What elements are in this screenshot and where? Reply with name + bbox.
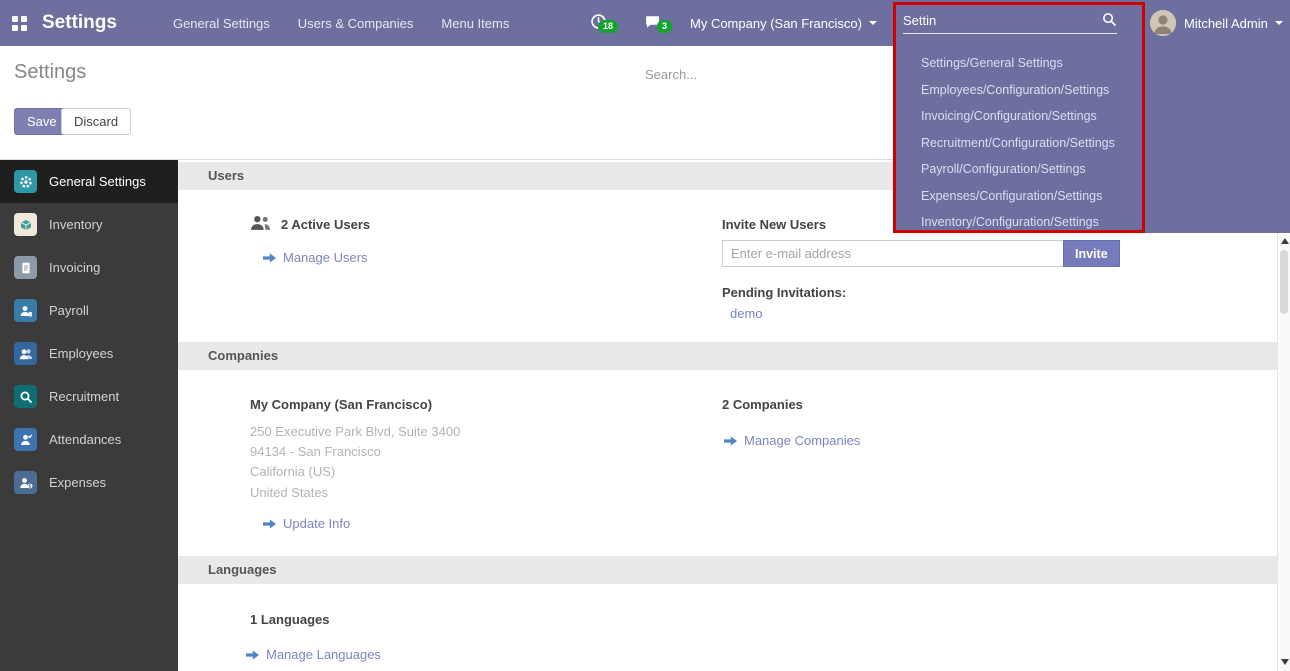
sidebar-item-label: Payroll	[49, 303, 89, 318]
user-name: Mitchell Admin	[1184, 16, 1268, 31]
settings-content: Users 2 Active Users Manage Users Invite…	[178, 160, 1277, 671]
sidebar-item-attendances[interactable]: Attendances	[0, 418, 178, 461]
search-result-item[interactable]: Invoicing/Configuration/Settings	[895, 103, 1290, 130]
sidebar-item-invoicing[interactable]: Invoicing	[0, 246, 178, 289]
arrow-right-icon	[724, 436, 737, 446]
sidebar-item-recruitment[interactable]: Recruitment	[0, 375, 178, 418]
activities-badge: 18	[598, 20, 618, 33]
update-info-link[interactable]: Update Info	[263, 516, 350, 531]
scroll-down-icon[interactable]	[1281, 659, 1289, 665]
company-name: My Company (San Francisco)	[250, 397, 432, 412]
company-address-line: 250 Executive Park Blvd, Suite 3400	[250, 422, 460, 442]
company-address-line: 94134 - San Francisco	[250, 442, 381, 462]
svg-text:$: $	[28, 483, 31, 489]
active-users-row: 2 Active Users	[250, 214, 370, 234]
chevron-down-icon	[1275, 21, 1283, 25]
scrollbar-thumb[interactable]	[1280, 250, 1288, 314]
apps-menu-icon[interactable]	[12, 16, 27, 31]
sidebar-item-label: Invoicing	[49, 260, 100, 275]
avatar	[1150, 10, 1176, 36]
navbar-menu: General Settings Users & Companies Menu …	[173, 16, 509, 31]
arrow-right-icon	[263, 519, 276, 529]
scroll-up-icon[interactable]	[1281, 238, 1289, 244]
active-users-count: 2 Active Users	[281, 217, 370, 232]
company-selector-label: My Company (San Francisco)	[690, 16, 862, 31]
sidebar-item-general-settings[interactable]: General Settings	[0, 160, 178, 203]
recruitment-magnifier-icon	[14, 385, 37, 408]
company-address-line: United States	[250, 483, 328, 503]
records-search-input[interactable]	[645, 61, 893, 87]
gear-icon	[14, 170, 37, 193]
manage-users-link[interactable]: Manage Users	[263, 250, 368, 265]
languages-count: 1 Languages	[250, 612, 329, 627]
app-title: Settings	[42, 12, 117, 34]
search-result-item[interactable]: Recruitment/Configuration/Settings	[895, 130, 1290, 157]
sidebar-item-label: Inventory	[49, 217, 102, 232]
settings-sidebar: General Settings Inventory Invoicing Pay…	[0, 160, 178, 671]
companies-count: 2 Companies	[722, 397, 803, 412]
sidebar-item-inventory[interactable]: Inventory	[0, 203, 178, 246]
invoice-document-icon	[14, 256, 37, 279]
sidebar-item-payroll[interactable]: Payroll	[0, 289, 178, 332]
sidebar-item-label: Expenses	[49, 475, 106, 490]
search-result-item[interactable]: Inventory/Configuration/Settings	[895, 209, 1290, 236]
messages-button[interactable]: 3	[644, 0, 661, 46]
arrow-right-icon	[263, 253, 276, 263]
user-menu[interactable]: Mitchell Admin	[1150, 0, 1283, 46]
search-result-item[interactable]: Settings/General Settings	[895, 50, 1290, 77]
invite-row: Invite	[722, 240, 1120, 267]
menu-menu-items[interactable]: Menu Items	[441, 16, 509, 31]
inventory-box-icon	[14, 213, 37, 236]
sidebar-item-label: Recruitment	[49, 389, 119, 404]
attendance-person-icon	[14, 428, 37, 451]
invite-button[interactable]: Invite	[1063, 240, 1120, 267]
section-header-companies: Companies	[178, 342, 1277, 370]
page-title: Settings	[14, 61, 86, 84]
users-group-icon	[250, 214, 271, 234]
sidebar-item-label: Employees	[49, 346, 113, 361]
activities-button[interactable]: 18	[590, 0, 607, 46]
menu-users-companies[interactable]: Users & Companies	[298, 16, 414, 31]
pending-invitations-label: Pending Invitations:	[722, 285, 846, 300]
payroll-person-icon	[14, 299, 37, 322]
sidebar-item-expenses[interactable]: $ Expenses	[0, 461, 178, 504]
sidebar-item-employees[interactable]: Employees	[0, 332, 178, 375]
discard-button[interactable]: Discard	[61, 108, 131, 135]
sidebar-item-label: Attendances	[49, 432, 121, 447]
search-result-item[interactable]: Employees/Configuration/Settings	[895, 77, 1290, 104]
invite-new-users-label: Invite New Users	[722, 217, 826, 232]
invite-email-input[interactable]	[722, 240, 1064, 267]
search-result-item[interactable]: Payroll/Configuration/Settings	[895, 156, 1290, 183]
top-navbar: Settings General Settings Users & Compan…	[0, 0, 1290, 46]
company-address-line: California (US)	[250, 462, 335, 482]
pending-user-link[interactable]: demo	[730, 306, 763, 321]
expenses-person-icon: $	[14, 471, 37, 494]
messages-badge: 3	[657, 20, 672, 33]
chevron-down-icon	[869, 21, 877, 25]
menu-general-settings[interactable]: General Settings	[173, 16, 270, 31]
manage-companies-link[interactable]: Manage Companies	[724, 433, 860, 448]
sidebar-item-label: General Settings	[49, 174, 146, 189]
navbar-search	[903, 8, 1117, 34]
search-suggestions-dropdown: Settings/General Settings Employees/Conf…	[895, 46, 1290, 233]
search-icon[interactable]	[1102, 12, 1117, 30]
search-result-item[interactable]: Expenses/Configuration/Settings	[895, 183, 1290, 210]
employees-people-icon	[14, 342, 37, 365]
company-selector[interactable]: My Company (San Francisco)	[690, 0, 877, 46]
section-header-languages: Languages	[178, 556, 1277, 584]
navbar-search-input[interactable]	[903, 13, 1102, 28]
manage-languages-link[interactable]: Manage Languages	[246, 647, 381, 662]
vertical-scrollbar[interactable]	[1277, 232, 1290, 671]
arrow-right-icon	[246, 650, 259, 660]
